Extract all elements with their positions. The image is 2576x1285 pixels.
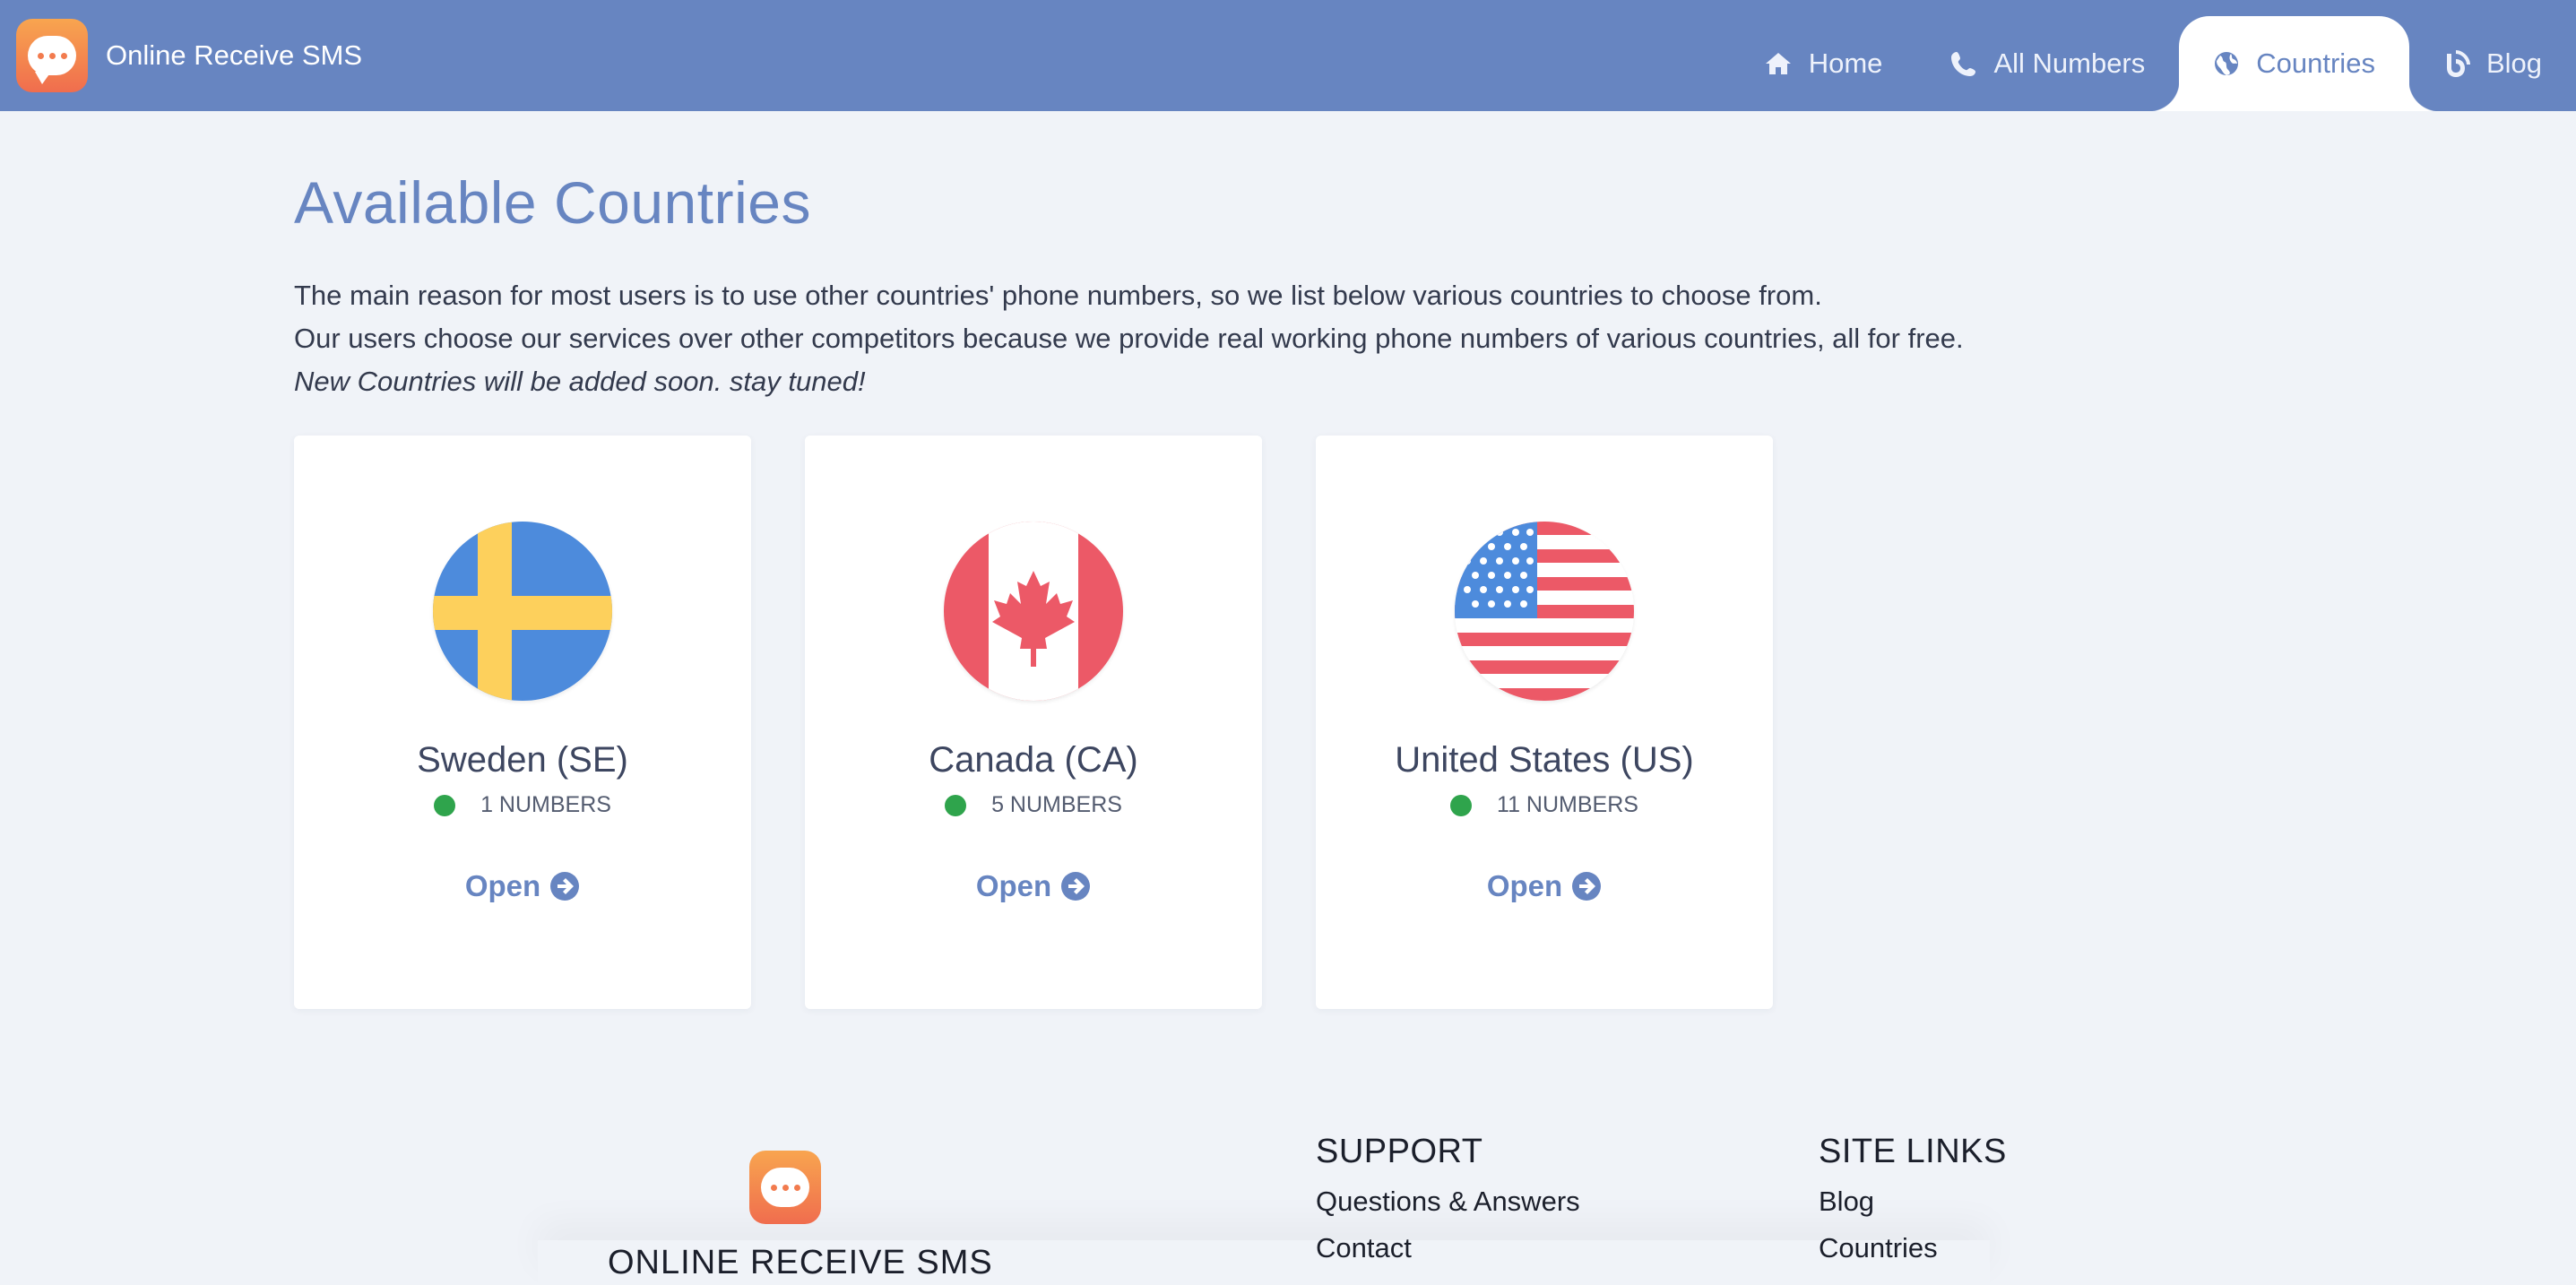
arrow-right-circle-icon (1572, 872, 1602, 901)
page-title: Available Countries (294, 169, 811, 236)
arrow-right-circle-icon (550, 872, 580, 901)
top-navbar: Online Receive SMS Home All Numbers Coun… (0, 0, 2576, 111)
open-label: Open (464, 869, 541, 902)
nav-item-blog[interactable]: Blog (2409, 16, 2576, 111)
open-united-states-link[interactable]: Open (1316, 869, 1773, 903)
intro-line-1: The main reason for most users is to use… (294, 280, 1822, 311)
nav-item-home[interactable]: Home (1730, 16, 1917, 111)
us-flag-icon (1455, 522, 1634, 701)
canada-flag-icon (944, 522, 1123, 701)
country-cards: Sweden (SE) 1 NUMBERS Open Canada (CA) 5… (294, 436, 1773, 1009)
link-questions-answers[interactable]: Questions & Answers (1316, 1186, 1580, 1218)
country-name: United States (US) (1395, 740, 1694, 780)
footer-chat-bubble-logo-icon (749, 1151, 821, 1224)
country-name: Canada (CA) (929, 740, 1138, 780)
open-canada-link[interactable]: Open (805, 869, 1262, 903)
status-dot-icon (945, 794, 967, 816)
nav-label-all-numbers: All Numbers (1993, 47, 2146, 79)
link-blog[interactable]: Blog (1819, 1186, 2007, 1218)
arrow-right-circle-icon (1061, 872, 1091, 901)
home-icon (1765, 53, 1791, 74)
chat-bubble-logo-icon (16, 19, 88, 92)
country-card-united-states[interactable]: United States (US) 11 NUMBERS Open (1316, 436, 1773, 1009)
country-name: Sweden (SE) (417, 740, 628, 780)
country-card-sweden[interactable]: Sweden (SE) 1 NUMBERS Open (294, 436, 751, 1009)
status-dot-icon (1450, 794, 1473, 816)
numbers-label: 1 NUMBERS (480, 792, 611, 817)
open-label: Open (1486, 869, 1563, 902)
site-links-title: SITE LINKS (1819, 1133, 2007, 1170)
footer-site-links: SITE LINKS Blog Countries (1819, 1133, 2007, 1264)
support-title: SUPPORT (1316, 1133, 1483, 1170)
numbers-label: 11 NUMBERS (1497, 792, 1638, 817)
footer: ONLINE RECEIVE SMS SUPPORT Questions & A… (0, 1133, 2576, 1281)
nav-item-all-numbers[interactable]: All Numbers (1916, 16, 2179, 111)
globe-icon (2215, 52, 2239, 75)
main-content: Available Countries The main reason for … (294, 111, 2445, 1009)
footer-support: SUPPORT Questions & Answers Contact (1316, 1133, 1580, 1264)
open-label: Open (975, 869, 1052, 902)
nav-label-countries: Countries (2256, 47, 2375, 79)
numbers-count: 11 NUMBERS (1316, 792, 1773, 818)
link-contact[interactable]: Contact (1316, 1232, 1580, 1264)
footer-brand: ONLINE RECEIVE SMS (608, 1244, 993, 1281)
numbers-label: 5 NUMBERS (991, 792, 1122, 817)
numbers-count: 5 NUMBERS (805, 792, 1262, 818)
intro-text: The main reason for most users is to use… (294, 274, 2445, 403)
open-sweden-link[interactable]: Open (294, 869, 751, 903)
link-countries[interactable]: Countries (1819, 1232, 2007, 1264)
brand[interactable]: Online Receive SMS (16, 19, 362, 92)
intro-line-2: Our users choose our services over other… (294, 323, 1964, 354)
status-dot-icon (434, 794, 456, 816)
intro-line-3: New Countries will be added soon. stay t… (294, 366, 866, 397)
nav-label-blog: Blog (2485, 47, 2542, 79)
phone-icon (1951, 52, 1976, 76)
blog-icon (2446, 50, 2470, 77)
nav-item-countries[interactable]: Countries (2148, 16, 2440, 111)
sweden-flag-icon (433, 522, 612, 701)
nav-label-home: Home (1808, 47, 1883, 79)
numbers-count: 1 NUMBERS (294, 792, 751, 818)
brand-name: Online Receive SMS (106, 39, 363, 71)
country-card-canada[interactable]: Canada (CA) 5 NUMBERS Open (805, 436, 1262, 1009)
main-nav: Home All Numbers Countries Blog (1730, 0, 2576, 111)
